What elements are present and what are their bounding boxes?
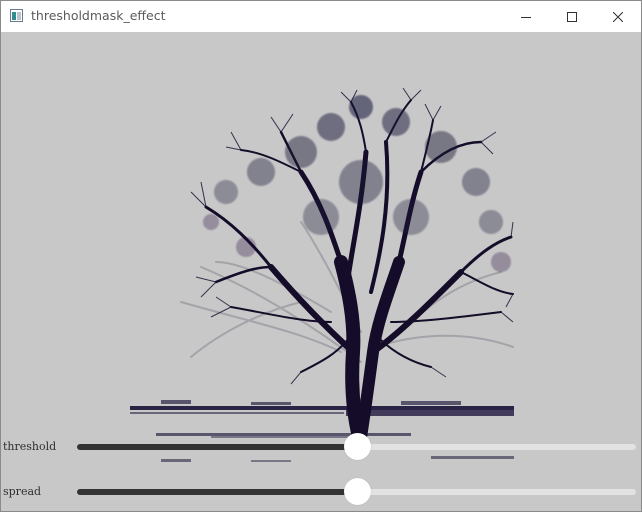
close-icon (613, 11, 623, 22)
spread-label: spread (3, 485, 42, 498)
tree-image (130, 87, 514, 462)
ground-band (130, 400, 514, 462)
trunk-and-limbs (204, 99, 514, 444)
title-bar[interactable]: thresholdmask_effect (1, 1, 641, 32)
close-button[interactable] (595, 1, 641, 32)
threshold-slider-fill (77, 444, 357, 450)
app-window: thresholdmask_effect threshold spread (0, 0, 642, 512)
app-window-icon (10, 9, 23, 22)
maximize-icon (567, 11, 577, 22)
maximize-button[interactable] (549, 1, 595, 32)
spread-slider-fill (77, 489, 357, 495)
render-area: threshold spread (1, 32, 641, 511)
foliage-speckles (203, 95, 511, 272)
minimize-icon (521, 16, 531, 18)
threshold-slider-thumb[interactable] (344, 433, 371, 460)
minimize-button[interactable] (503, 1, 549, 32)
threshold-label: threshold (3, 440, 57, 453)
window-title: thresholdmask_effect (31, 8, 166, 23)
spread-slider-thumb[interactable] (344, 478, 371, 505)
threshold-slider[interactable] (77, 433, 636, 460)
spread-slider[interactable] (77, 478, 636, 505)
